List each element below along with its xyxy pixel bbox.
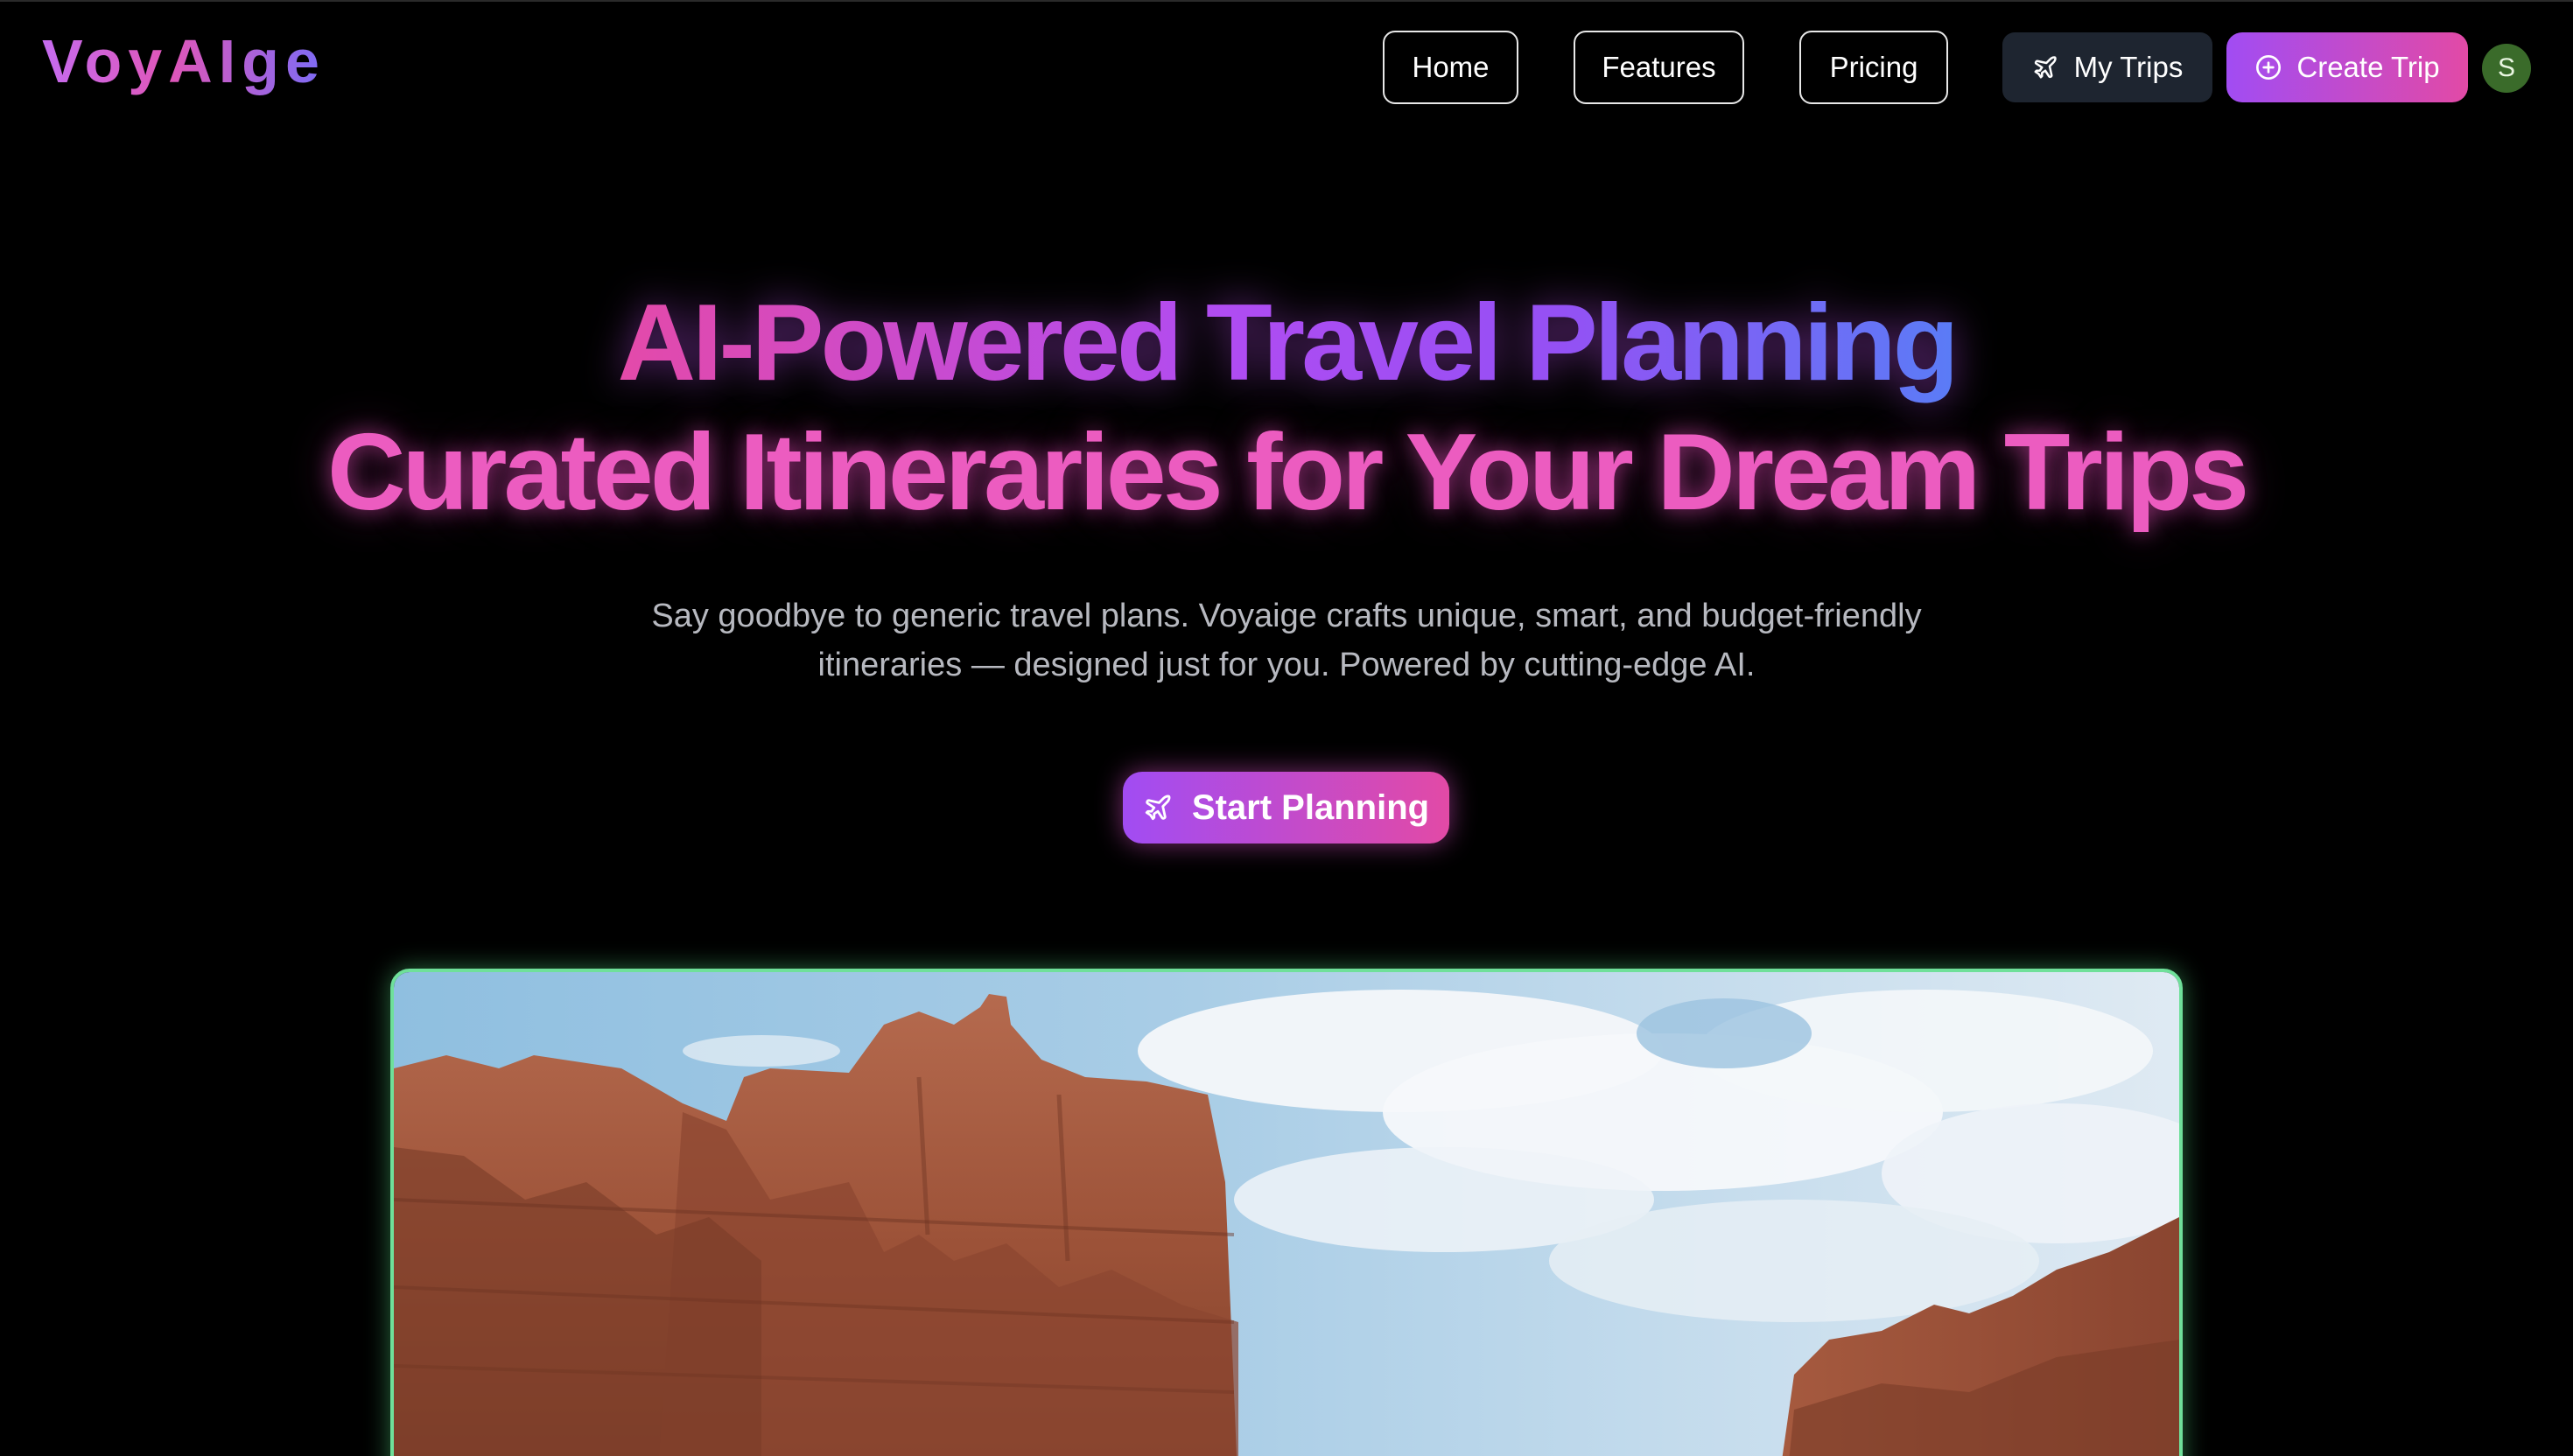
hero-title-line1-text: AI-Powered Travel Planning xyxy=(617,283,1959,403)
hero-title-line1: AI-Powered Travel Planning xyxy=(0,289,2573,397)
nav-features-link[interactable]: Features xyxy=(1574,31,1744,104)
start-planning-button[interactable]: Start Planning xyxy=(1123,772,1449,844)
plane-icon xyxy=(2032,54,2058,80)
canyon-landscape-illustration xyxy=(394,972,2179,1456)
nav-home-link[interactable]: Home xyxy=(1383,31,1518,104)
nav-pricing-link[interactable]: Pricing xyxy=(1799,31,1948,104)
hero-subtitle-line1: Say goodbye to generic travel plans. Voy… xyxy=(651,598,1922,634)
user-avatar[interactable]: S xyxy=(2482,44,2531,93)
brand-logo[interactable]: VoyAIge xyxy=(42,28,326,95)
create-trip-label: Create Trip xyxy=(2296,51,2440,83)
hero-subtitle: Say goodbye to generic travel plans. Voy… xyxy=(0,592,2573,690)
hero-showcase-image xyxy=(390,969,2183,1456)
start-planning-label: Start Planning xyxy=(1191,788,1430,827)
hero-subtitle-line2: itineraries — designed just for you. Pow… xyxy=(817,647,1756,683)
plane-icon xyxy=(1143,793,1173,822)
hero-title-line2: Curated Itineraries for Your Dream Trips xyxy=(326,412,2249,533)
plus-circle-icon xyxy=(2254,53,2282,81)
top-navbar: VoyAIge Home Features Pricing My Trips C… xyxy=(0,2,2573,133)
my-trips-button[interactable]: My Trips xyxy=(2002,32,2212,102)
create-trip-button[interactable]: Create Trip xyxy=(2226,32,2468,102)
landing-page: VoyAIge Home Features Pricing My Trips C… xyxy=(0,0,2573,1456)
my-trips-label: My Trips xyxy=(2073,51,2184,83)
